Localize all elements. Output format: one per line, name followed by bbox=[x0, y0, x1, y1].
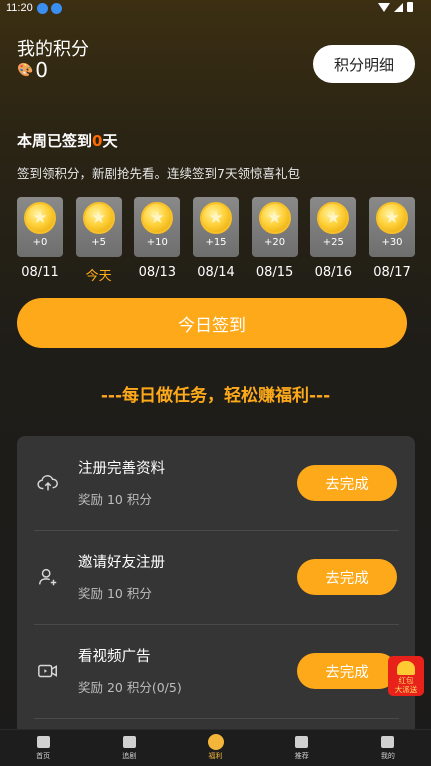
checkin-day: ★ +20 08/15 bbox=[251, 197, 298, 280]
day-date: 08/17 bbox=[373, 265, 411, 280]
task-complete-button[interactable]: 去完成 bbox=[297, 653, 397, 689]
task-item: 看视频广告 奖励 20 积分(0/5) 去完成 bbox=[17, 624, 415, 718]
day-date: 08/15 bbox=[255, 265, 294, 280]
bluetooth-icon bbox=[37, 3, 48, 14]
task-reward: 奖励 20 积分(0/5) bbox=[78, 680, 182, 695]
tab-recommend[interactable]: 推荐 bbox=[259, 730, 345, 766]
task-name: 注册完善资料 bbox=[78, 461, 165, 477]
status-time: 11:20 bbox=[6, 2, 33, 14]
add-user-icon bbox=[39, 568, 57, 586]
red-packet-button[interactable]: 红包 大派送 bbox=[388, 656, 424, 696]
day-date: 08/13 bbox=[138, 265, 177, 280]
tasks-slogan: ---每日做任务，轻松赚福利--- bbox=[100, 386, 331, 406]
day-bonus: +30 bbox=[381, 237, 403, 248]
daily-signin-button[interactable]: 今日签到 bbox=[17, 298, 407, 348]
star-coin-icon: ★ bbox=[82, 202, 115, 234]
tab-label: 追剧 bbox=[122, 752, 137, 760]
red-packet-line2: 大派送 bbox=[394, 685, 418, 694]
day-card: ★ +30 bbox=[369, 197, 415, 257]
star-icon bbox=[122, 736, 136, 748]
coin-icon bbox=[207, 734, 224, 750]
tab-welfare[interactable]: 福利 bbox=[172, 730, 258, 766]
checkin-day: ★ +15 08/14 bbox=[193, 197, 239, 280]
cloud-upload-icon bbox=[37, 475, 58, 491]
points-detail-button[interactable]: 积分明细 bbox=[313, 45, 415, 83]
signal-icon bbox=[394, 2, 403, 12]
day-card: ★ +5 bbox=[75, 197, 122, 257]
week-checkin-count: 0 bbox=[92, 132, 103, 150]
tab-mine[interactable]: 我的 bbox=[345, 730, 431, 766]
task-name: 邀请好友注册 bbox=[78, 555, 165, 571]
task-complete-button[interactable]: 去完成 bbox=[297, 465, 397, 501]
task-reward: 奖励 10 积分 bbox=[78, 586, 152, 601]
day-bonus: +5 bbox=[91, 237, 106, 248]
task-name: 看视频广告 bbox=[78, 649, 151, 665]
wifi-icon bbox=[378, 2, 390, 12]
points-balance: 🎨 0 bbox=[17, 58, 48, 82]
tab-follow[interactable]: 追剧 bbox=[86, 730, 172, 766]
day-date: 08/16 bbox=[314, 265, 353, 280]
bottom-tab-bar: 首页 追剧 福利 推荐 我的 bbox=[0, 729, 431, 766]
video-icon bbox=[38, 664, 57, 678]
star-coin-icon: ★ bbox=[141, 202, 174, 234]
day-date-today: 今天 bbox=[85, 269, 112, 284]
star-coin-icon: ★ bbox=[24, 202, 56, 234]
star-coin-icon: ★ bbox=[200, 202, 232, 234]
day-card: ★ +0 bbox=[17, 197, 63, 257]
day-bonus: +20 bbox=[264, 237, 286, 248]
points-value: 0 bbox=[35, 58, 48, 82]
tab-home[interactable]: 首页 bbox=[0, 730, 86, 766]
checkin-day: ★ +10 08/13 bbox=[134, 197, 181, 280]
checkin-day: ★ +5 今天 bbox=[75, 197, 122, 284]
divider bbox=[34, 718, 399, 719]
tab-label: 首页 bbox=[36, 752, 51, 760]
status-bar: 11:20 bbox=[0, 0, 431, 18]
checkin-subtitle: 签到领积分，新剧抢先看。连续签到7天领惊喜礼包 bbox=[17, 166, 300, 181]
day-bonus: +25 bbox=[322, 237, 344, 248]
checkin-day: ★ +0 08/11 bbox=[17, 197, 63, 280]
week-checkin-title: 本周已签到0天 bbox=[17, 132, 118, 150]
day-card: ★ +20 bbox=[251, 197, 298, 257]
tab-label: 福利 bbox=[208, 752, 223, 760]
task-item: 注册完善资料 奖励 10 积分 去完成 bbox=[17, 436, 415, 530]
day-card: ★ +15 bbox=[193, 197, 239, 257]
star-coin-icon: ★ bbox=[317, 202, 350, 234]
battery-icon bbox=[407, 2, 413, 12]
checkin-day: ★ +30 08/17 bbox=[369, 197, 415, 280]
play-icon bbox=[295, 736, 309, 748]
day-card: ★ +25 bbox=[310, 197, 357, 257]
red-packet-line1: 红包 bbox=[398, 676, 414, 685]
task-reward: 奖励 10 积分 bbox=[78, 492, 152, 507]
task-complete-button[interactable]: 去完成 bbox=[297, 559, 397, 595]
user-icon bbox=[381, 736, 395, 748]
home-icon bbox=[36, 736, 50, 748]
palette-icon: 🎨 bbox=[17, 62, 34, 78]
day-bonus: +15 bbox=[205, 237, 227, 248]
day-bonus: +0 bbox=[32, 237, 48, 248]
day-bonus: +10 bbox=[146, 237, 168, 248]
tab-label: 我的 bbox=[380, 752, 395, 760]
star-coin-icon: ★ bbox=[376, 202, 408, 234]
notification-icon bbox=[51, 3, 62, 14]
task-list[interactable]: 注册完善资料 奖励 10 积分 去完成 邀请好友注册 奖励 10 积分 去完成 … bbox=[17, 436, 415, 736]
checkin-day: ★ +25 08/16 bbox=[310, 197, 357, 280]
star-coin-icon: ★ bbox=[258, 202, 291, 234]
day-card: ★ +10 bbox=[134, 197, 181, 257]
tab-label: 推荐 bbox=[294, 752, 309, 760]
task-item: 邀请好友注册 奖励 10 积分 去完成 bbox=[17, 530, 415, 624]
day-date: 08/11 bbox=[21, 265, 59, 280]
day-date: 08/14 bbox=[197, 265, 235, 280]
